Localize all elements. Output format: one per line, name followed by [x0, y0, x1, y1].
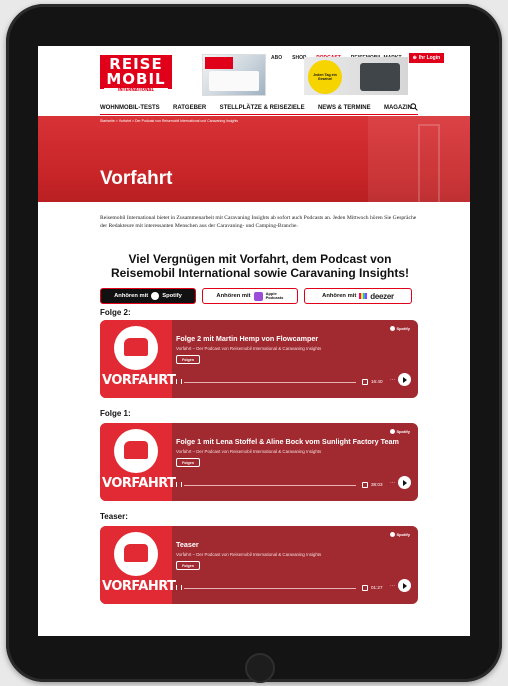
share-icon[interactable] [362, 379, 368, 385]
promo-text: Jeden Tag ein Gewinn! [313, 72, 337, 81]
home-button[interactable] [245, 653, 275, 683]
nav-magazin[interactable]: MAGAZIN [384, 105, 412, 111]
logo-line-3: INTERNATIONAL [104, 88, 168, 92]
episode-cover: VORFAHRT [100, 526, 176, 604]
deezer-button-prefix: Anhören mit [322, 293, 357, 299]
login-button[interactable]: ⊕ Ihr Login [408, 52, 445, 63]
hero-banner: Startseite > Vorfahrt > Der Podcast von … [38, 116, 470, 202]
follow-button[interactable]: Folgen [176, 355, 200, 364]
episode-show: Vorfahrt – Der Podcast von Reisemobil In… [176, 346, 322, 351]
nav-stellplaetze[interactable]: STELLPLÄTZE & REISEZIELE [220, 105, 305, 111]
nav-news[interactable]: NEWS & TERMINE [318, 105, 371, 111]
apple-podcasts-button[interactable]: Anhören mit Apple Podcasts [202, 288, 298, 304]
spotify-button-prefix: Anhören mit [114, 293, 149, 299]
main-nav: WOHNMOBIL-TESTS RATGEBER STELLPLÄTZE & R… [100, 102, 412, 114]
apple-button-prefix: Anhören mit [216, 293, 251, 299]
follow-button[interactable]: Folgen [176, 458, 200, 467]
episode-show: Vorfahrt – Der Podcast von Reisemobil In… [176, 449, 322, 454]
progress-bar[interactable] [184, 382, 356, 383]
share-icon[interactable] [362, 585, 368, 591]
breadcrumb[interactable]: Startseite > Vorfahrt > Der Podcast von … [100, 119, 238, 123]
preview-icon [176, 482, 182, 487]
episode-cover: VORFAHRT [100, 320, 176, 398]
camper-van-icon [124, 544, 148, 562]
episode-duration: 16:40 [371, 379, 383, 384]
apple-podcasts-icon [253, 291, 263, 301]
promo-ad[interactable]: Jeden Tag ein Gewinn! [304, 57, 408, 95]
episode-section-label: Folge 1: [100, 409, 131, 418]
search-icon[interactable] [410, 103, 418, 111]
cover-word: VORFAHRT [102, 476, 176, 491]
magazine-cover-title [205, 57, 233, 69]
magazine-ad[interactable] [202, 54, 266, 96]
spotify-logo-icon [390, 532, 396, 537]
spotify-logo: Spotify [390, 532, 410, 537]
share-icon[interactable] [362, 482, 368, 488]
episode-player[interactable]: VORFAHRT Spotify Folge 2 mit Martin Hemp… [100, 320, 418, 398]
more-icon[interactable]: ··· [390, 583, 395, 589]
spotify-logo-text: Spotify [396, 429, 410, 434]
episode-section-label: Folge 2: [100, 308, 131, 317]
spotify-button[interactable]: Anhören mit Spotify [100, 288, 196, 304]
progress-bar[interactable] [184, 485, 356, 486]
preview-icon [176, 585, 182, 590]
browser-screen: REISE MOBIL INTERNATIONAL ABO SHOP PODCA… [38, 46, 470, 636]
spotify-button-label: Spotify [162, 293, 182, 299]
episode-duration: 38:03 [371, 482, 383, 487]
site-logo[interactable]: REISE MOBIL INTERNATIONAL [100, 55, 172, 92]
episode-show: Vorfahrt – Der Podcast von Reisemobil In… [176, 552, 322, 557]
spotify-logo-text: Spotify [396, 326, 410, 331]
deezer-button[interactable]: Anhören mit deezer [304, 288, 412, 304]
episode-cover: VORFAHRT [100, 423, 176, 501]
intro-text: Reisemobil International bietet in Zusam… [100, 215, 417, 230]
episode-title: Folge 2 mit Martin Hemp von Flowcamper [176, 334, 319, 343]
platform-buttons: Anhören mit Spotify Anhören mit Apple Po… [100, 288, 420, 304]
top-nav-abo[interactable]: ABO [266, 55, 287, 61]
play-button[interactable] [398, 476, 411, 489]
spotify-icon [151, 292, 160, 300]
spotify-logo-text: Spotify [396, 532, 410, 537]
nav-ratgeber[interactable]: RATGEBER [173, 105, 206, 111]
follow-button[interactable]: Folgen [176, 561, 200, 570]
episode-player[interactable]: VORFAHRT Spotify Folge 1 mit Lena Stoffe… [100, 423, 418, 501]
play-button[interactable] [398, 579, 411, 592]
episode-title: Folge 1 mit Lena Stoffel & Aline Bock vo… [176, 437, 399, 446]
nav-divider [100, 114, 418, 115]
episode-title: Teaser [176, 540, 199, 549]
more-icon[interactable]: ··· [390, 377, 395, 383]
episode-section-label: Teaser: [100, 512, 128, 521]
play-button[interactable] [398, 373, 411, 386]
deezer-button-label: deezer [370, 291, 394, 301]
deezer-icon [359, 293, 368, 299]
magazine-cover-image [209, 71, 259, 91]
login-label: Ihr Login [418, 54, 441, 61]
cover-word: VORFAHRT [102, 579, 176, 594]
more-icon[interactable]: ··· [390, 480, 395, 486]
camper-van-icon [124, 441, 148, 459]
progress-bar[interactable] [184, 588, 356, 589]
camper-van-icon [124, 338, 148, 356]
episode-duration: 01:27 [371, 585, 383, 590]
spotify-logo-icon [390, 326, 396, 331]
spotify-logo: Spotify [390, 326, 410, 331]
podcast-headline: Viel Vergnügen mit Vorfahrt, dem Podcast… [110, 252, 410, 281]
logo-line-2: MOBIL [106, 70, 166, 88]
preview-icon [176, 379, 182, 384]
spotify-logo: Spotify [390, 429, 410, 434]
episode-player[interactable]: VORFAHRT Spotify Teaser Vorfahrt – Der P… [100, 526, 418, 604]
page-title: Vorfahrt [100, 168, 173, 189]
hero-window-frame [418, 124, 440, 202]
spotify-logo-icon [390, 429, 396, 434]
user-icon: ⊕ [412, 54, 417, 61]
promo-badge: Jeden Tag ein Gewinn! [308, 60, 342, 94]
cover-word: VORFAHRT [102, 373, 176, 388]
coolbox-image [360, 63, 400, 91]
nav-wohnmobil-tests[interactable]: WOHNMOBIL-TESTS [100, 105, 160, 111]
apple-button-label: Apple Podcasts [265, 291, 284, 300]
